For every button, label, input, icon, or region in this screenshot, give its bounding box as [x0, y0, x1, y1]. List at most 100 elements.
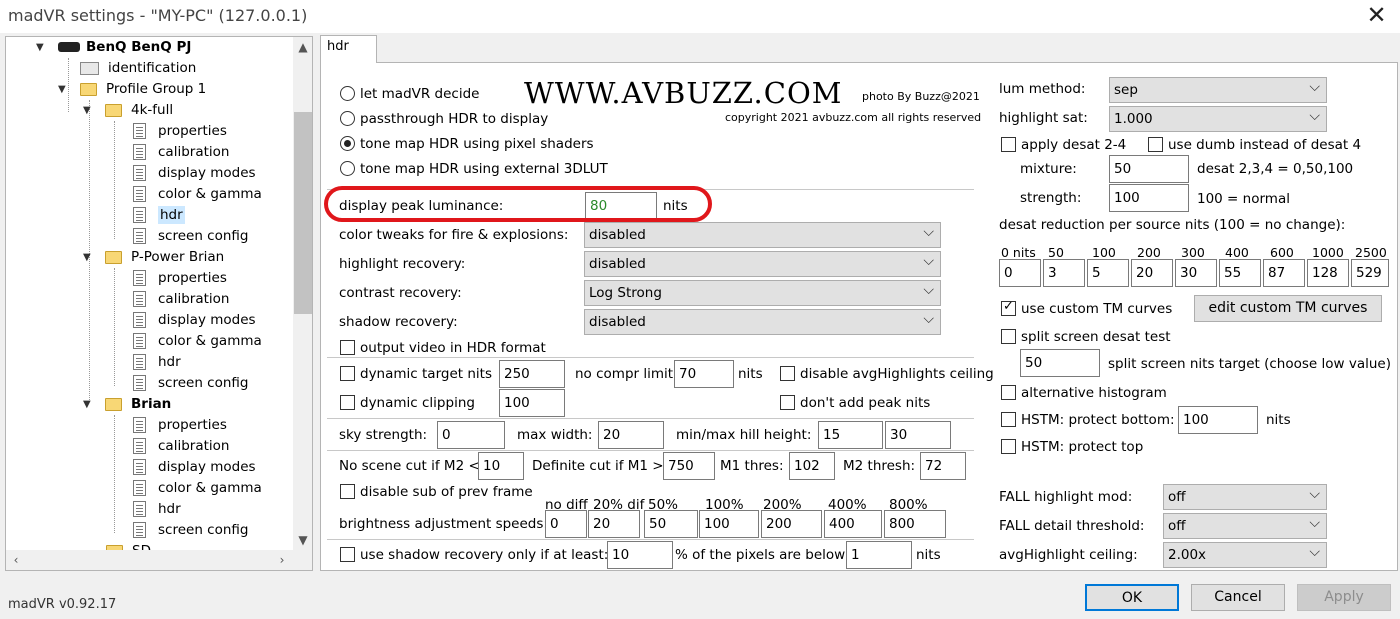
fire-select[interactable]: disabled	[584, 222, 941, 248]
custom-tm-checkbox[interactable]	[1001, 299, 1016, 316]
dynamic-target-input[interactable]: 250	[499, 360, 565, 388]
apply-desat-checkbox[interactable]	[1001, 137, 1016, 152]
tree-item-screen-config[interactable]: screen config	[133, 226, 293, 247]
nits-input[interactable]: 30	[1175, 259, 1217, 287]
lum-method-select[interactable]: sep	[1109, 77, 1327, 103]
radio-passthrough-hdr[interactable]	[340, 111, 355, 126]
split-screen-checkbox[interactable]	[1001, 329, 1016, 344]
tab-hdr[interactable]: hdr	[320, 35, 377, 63]
tree-item-screen-config[interactable]: screen config	[133, 373, 293, 394]
avg-ceiling-select[interactable]: 2.00x	[1163, 542, 1327, 568]
hstm-bottom-checkbox[interactable]	[1001, 412, 1016, 427]
tree-item-properties[interactable]: properties	[133, 268, 293, 289]
definite-cut-input[interactable]: 750	[663, 452, 715, 480]
dynamic-clipping-input[interactable]: 100	[499, 389, 565, 417]
speed-input[interactable]: 100	[699, 510, 759, 538]
scroll-up-icon[interactable]: ▲	[293, 37, 312, 57]
tree-item-color-gamma[interactable]: color & gamma	[133, 478, 293, 499]
no-peak-nits-checkbox[interactable]	[780, 395, 795, 410]
radio-tone-map-pixel-shaders[interactable]	[340, 136, 355, 151]
speed-input[interactable]: 20	[588, 510, 640, 538]
tree-group-p-power-brian[interactable]: ▼ P-Power Brian	[83, 247, 283, 268]
tree-profile-4k-full[interactable]: ▼ 4k-full	[83, 100, 283, 121]
contrast-recovery-select[interactable]: Log Strong	[584, 280, 941, 306]
tree-item-calibration[interactable]: calibration	[133, 142, 293, 163]
output-hdr-checkbox[interactable]	[340, 340, 355, 355]
tree-item-calibration[interactable]: calibration	[133, 436, 293, 457]
m1-thres-input[interactable]: 102	[789, 452, 835, 480]
nits-input[interactable]: 529	[1351, 259, 1389, 287]
disable-avg-ceiling-checkbox[interactable]	[780, 366, 795, 381]
no-compr-input[interactable]: 70	[674, 360, 734, 388]
tree-item-color-gamma[interactable]: color & gamma	[133, 184, 293, 205]
scroll-down-icon[interactable]: ▼	[293, 530, 312, 550]
tree-group-profile-group-1[interactable]: ▼ Profile Group 1	[58, 79, 278, 100]
speed-input[interactable]: 400	[824, 510, 882, 538]
m2-thresh-input[interactable]: 72	[920, 452, 966, 480]
shadow-only-input[interactable]: 10	[607, 541, 673, 569]
dynamic-clipping-checkbox[interactable]	[340, 395, 355, 410]
close-icon[interactable]: ✕	[1353, 0, 1400, 33]
tree-item-properties[interactable]: properties	[133, 415, 293, 436]
shadow-only-checkbox[interactable]	[340, 547, 355, 562]
tree-item-calibration[interactable]: calibration	[133, 289, 293, 310]
hstm-top-checkbox[interactable]	[1001, 439, 1016, 454]
nits-input[interactable]: 128	[1307, 259, 1349, 287]
disable-sub-checkbox[interactable]	[340, 484, 355, 499]
tree-item-properties[interactable]: properties	[133, 121, 293, 142]
tree-horizontal-scrollbar[interactable]: ‹ ›	[6, 550, 312, 570]
no-scene-cut-input[interactable]: 10	[478, 452, 524, 480]
page-icon	[133, 123, 146, 139]
dynamic-target-checkbox[interactable]	[340, 366, 355, 381]
folder-icon	[80, 83, 97, 96]
radio-tone-map-3dlut[interactable]	[340, 161, 355, 176]
nits-input[interactable]: 55	[1219, 259, 1261, 287]
strength-input[interactable]: 100	[1109, 184, 1189, 212]
tree-item-hdr-selected[interactable]: hdr	[133, 205, 293, 226]
tree-scroll-thumb[interactable]	[294, 112, 312, 314]
tree-item-display-modes[interactable]: display modes	[133, 163, 293, 184]
tree-item-display-modes[interactable]: display modes	[133, 457, 293, 478]
highlight-sat-select[interactable]: 1.000	[1109, 106, 1327, 132]
cancel-button[interactable]: Cancel	[1191, 584, 1285, 611]
speed-input[interactable]: 200	[761, 510, 822, 538]
tree-group-brian[interactable]: ▼ Brian	[83, 394, 283, 415]
fall-mod-select[interactable]: off	[1163, 484, 1327, 510]
alternative-histogram-checkbox[interactable]	[1001, 385, 1016, 400]
max-width-input[interactable]: 20	[598, 421, 664, 449]
nits-input[interactable]: 20	[1131, 259, 1173, 287]
speed-input[interactable]: 0	[545, 510, 587, 538]
nits-input[interactable]: 3	[1043, 259, 1085, 287]
dumb-desat-checkbox[interactable]	[1148, 137, 1163, 152]
shadow-recovery-select[interactable]: disabled	[584, 309, 941, 335]
pixels-below-input[interactable]: 1	[846, 541, 912, 569]
edit-custom-tm-button[interactable]: edit custom TM curves	[1194, 295, 1382, 322]
fall-detail-select[interactable]: off	[1163, 513, 1327, 539]
hill-min-input[interactable]: 15	[818, 421, 883, 449]
tree-item-hdr[interactable]: hdr	[133, 499, 293, 520]
apply-button[interactable]: Apply	[1297, 584, 1391, 611]
hstm-bottom-input[interactable]: 100	[1178, 406, 1258, 434]
tree-item-color-gamma[interactable]: color & gamma	[133, 331, 293, 352]
speed-input[interactable]: 50	[644, 510, 698, 538]
radio-let-madvr-decide[interactable]	[340, 86, 355, 101]
nits-input[interactable]: 0	[999, 259, 1041, 287]
tree-item-display-modes[interactable]: display modes	[133, 310, 293, 331]
nits-input[interactable]: 5	[1087, 259, 1129, 287]
mixture-input[interactable]: 50	[1109, 155, 1189, 183]
scroll-right-icon[interactable]: ›	[272, 550, 292, 570]
ok-button[interactable]: OK	[1085, 584, 1179, 611]
tree-identification[interactable]: identification	[80, 58, 280, 79]
sky-strength-input[interactable]: 0	[437, 421, 505, 449]
tree-item-hdr[interactable]: hdr	[133, 352, 293, 373]
scroll-left-icon[interactable]: ‹	[6, 550, 26, 570]
tree-item-screen-config[interactable]: screen config	[133, 520, 293, 541]
nits-input[interactable]: 87	[1263, 259, 1305, 287]
settings-tree[interactable]: ▼ BenQ BenQ PJ identification ▼ Profile …	[5, 36, 313, 571]
definite-cut-label: Definite cut if M1 >	[532, 458, 664, 474]
speed-input[interactable]: 800	[884, 510, 946, 538]
highlight-recovery-select[interactable]: disabled	[584, 251, 941, 277]
disable-avg-ceiling-label: disable avgHighlights ceiling	[800, 366, 994, 382]
split-screen-input[interactable]: 50	[1020, 349, 1100, 377]
hill-max-input[interactable]: 30	[885, 421, 951, 449]
